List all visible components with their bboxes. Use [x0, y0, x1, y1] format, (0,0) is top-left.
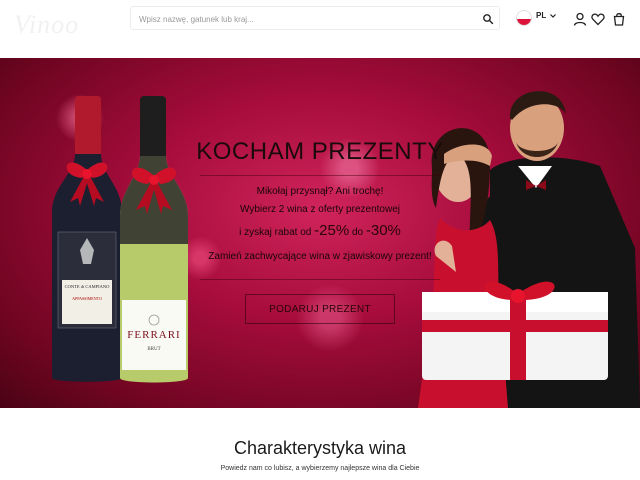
site-logo[interactable]: Vinoo: [14, 10, 90, 48]
account-icon[interactable]: [573, 12, 587, 26]
discount-mid: do: [351, 227, 364, 238]
discount-to: -30%: [365, 222, 401, 239]
hero-title: KOCHAM PREZENTY: [196, 138, 444, 165]
cart-icon[interactable]: [612, 12, 626, 26]
left-bottle-label: CONTE di CAMPIANO: [65, 284, 111, 289]
language-code: PL: [536, 11, 547, 20]
hero-line-2: Wybierz 2 wina z oferty prezentowej: [240, 204, 400, 215]
hero-divider-top: [200, 175, 440, 176]
right-bottle-label: FERRARI: [127, 329, 180, 341]
search-input[interactable]: [139, 11, 469, 27]
poland-flag-icon: [516, 10, 532, 26]
hero-divider-bottom: [200, 279, 440, 280]
section-title: Charakterystyka wina: [233, 438, 407, 458]
hero-line-4: Zamień zachwycające wina w zjawiskowy pr…: [208, 251, 432, 262]
section-subtitle: Powiedz nam co lubisz, a wybierzemy najl…: [220, 465, 420, 472]
hero-line-1: Mikołaj przysnął? Ani trochę!: [256, 186, 384, 197]
left-bottle-sublabel: APPASSIMENTO: [72, 296, 102, 301]
hero-line-3: i zyskaj rabat od -25% do -30%: [190, 222, 450, 239]
discount-from: -25%: [314, 222, 350, 239]
chevron-down-icon: [550, 14, 556, 18]
search-icon[interactable]: [482, 13, 494, 25]
right-bottle-sublabel: BRUT: [147, 347, 160, 352]
site-header: Vinoo PL: [0, 0, 640, 58]
gift-cta-button[interactable]: PODARUJ PREZENT: [245, 294, 395, 324]
hero-banner: CONTE di CAMPIANO APPASSIMENTO FERRARI B…: [0, 58, 640, 408]
language-selector[interactable]: PL: [516, 8, 560, 28]
heart-icon[interactable]: [591, 12, 605, 26]
page: Vinoo PL: [0, 0, 640, 480]
sparkling-wine-bottle-image: FERRARI BRUT: [120, 96, 188, 383]
search-bar: [130, 6, 500, 30]
discount-prefix: i zyskaj rabat od: [239, 227, 312, 238]
